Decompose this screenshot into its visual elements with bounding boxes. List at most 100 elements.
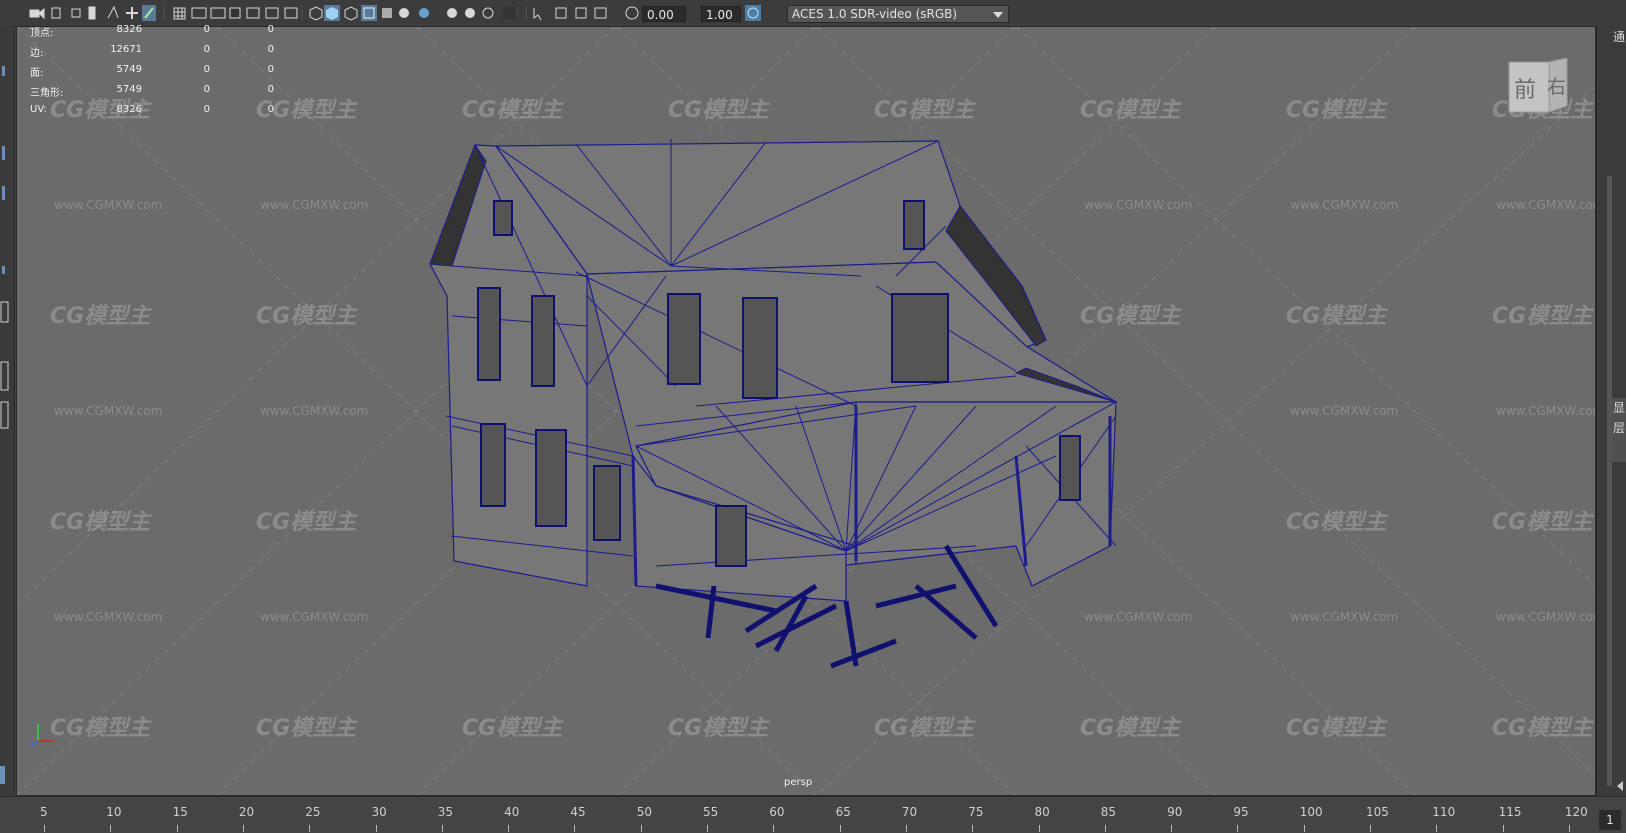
gamma-field[interactable]: 1.00 [701,6,741,22]
camera-icon [29,9,40,18]
image-plane-icon [107,5,119,19]
hud-value: 0 [267,104,274,115]
chevron-down-icon[interactable] [993,12,1003,18]
watermark-logo: CG模型主 [1286,510,1387,535]
watermark-logo: CG模型主 [668,98,769,123]
2d-pan-zoom-icon [126,7,138,19]
timeline-tick-label: 85 [1100,805,1117,819]
use-all-lights-icon [399,8,409,18]
timeline-tick-mark [309,825,311,832]
timeline-tick-mark [1171,825,1173,832]
timeline-tick-label: 30 [371,805,387,819]
hud-value: 5749 [116,64,142,75]
film-gate-icon [191,7,207,19]
hud-value: 0 [203,64,210,75]
viewcube-right-face[interactable]: 右 [1547,72,1566,99]
timeline-tick-label: 80 [1034,805,1050,819]
screen-space-ao-icon [447,8,457,18]
timeline-tick-label: 35 [437,805,454,819]
timeline-tick-label: 45 [570,805,586,819]
timeline-tick-label: 50 [636,805,652,819]
timeline-tick-label: 10 [106,805,122,819]
anti-aliasing-icon [482,7,494,19]
timeline-tick-mark [375,825,377,832]
timeline-tick-mark [640,825,642,832]
exposure-field[interactable]: 0.00 [642,6,686,22]
watermark-url: www.CGMXW.com [54,404,163,418]
timeline-tick-label: 115 [1498,805,1522,819]
hud-label: 顶点: [30,28,54,39]
color-space-label: ACES 1.0 SDR-video (sRGB) [792,7,958,21]
timeline-tick-mark [44,825,45,832]
timeline-tick-mark [1502,825,1504,832]
timeline-tick-mark [242,825,244,832]
field-chart-icon [246,7,260,19]
bookmark-camera-icon [71,8,81,18]
watermark-logo: CG模型主 [1080,98,1181,123]
hud-row-uvs: UV: 8326 0 0 [16,104,276,120]
timeline-tick-label: 110 [1432,805,1456,819]
timeline-tick-label: 25 [305,805,321,819]
gate-mask-icon [229,7,241,19]
timeline-tick-mark [707,825,708,832]
viewcube-front-face[interactable]: 前 [1514,72,1536,104]
resolution-gate-icon [210,7,226,19]
hud-row-triangles: 三角形: 5749 0 0 [16,84,276,100]
hud-label: 边: [30,48,44,59]
hud-value: 0 [203,24,210,35]
timeline-tick-mark [1436,825,1438,832]
watermark-logo: CG模型主 [462,716,563,741]
watermark-url: www.CGMXW.com [54,610,163,624]
watermark-logo: CG模型主 [50,716,151,741]
watermark-logo: CG模型主 [1286,304,1387,329]
hud-label: 三角形: [30,88,64,99]
timeline-tick-label: 105 [1366,805,1389,819]
watermark-logo: CG模型主 [50,510,151,535]
hud-value: 0 [267,84,274,95]
timeline-tick-label: 90 [1167,805,1183,819]
xray-icon [382,8,392,18]
timeline-tick-mark [773,825,775,832]
side-tab-layers[interactable]: 层 [1612,418,1626,438]
hud-value: 8326 [116,104,142,115]
watermark-logo: CG模型主 [1080,304,1181,329]
isolate-select-icon [533,8,542,21]
watermark-logo: CG模型主 [256,304,357,329]
hud-value: 0 [267,44,274,55]
timeline-tick-mark [1370,825,1371,832]
hud-row-vertices: 顶点: 8326 0 0 [16,24,276,40]
perspective-viewport[interactable]: CG模型主 CG模型主 CG模型主 CG模型主 CG模型主 CG模型主 CG模型… [16,26,1596,796]
timeline-tick-label: 120 [1564,805,1588,819]
timeline-tick-label: 40 [504,805,520,819]
watermark-logo: CG模型主 [1286,98,1387,123]
viewcube[interactable]: 前 右 [1507,58,1569,116]
watermark-url: www.CGMXW.com [260,610,369,624]
side-tab-display[interactable]: 显 [1612,398,1626,418]
watermark-url: www.CGMXW.com [1290,404,1399,418]
color-space-dropdown[interactable]: ACES 1.0 SDR-video (sRGB) [787,5,1009,23]
default-material-icon [344,6,358,21]
timeline-tick-mark [1568,825,1570,832]
timeline-tick-label: 100 [1299,805,1323,819]
hud-value: 8326 [116,24,142,35]
side-tab[interactable]: 显 层 [1612,398,1626,462]
wireframe-icon [309,6,323,21]
current-frame-field[interactable]: 1 [1599,810,1621,830]
timeline-tick-label: 55 [703,805,719,819]
camera-icon-lens [38,7,45,20]
timeline-tick-mark [508,825,510,832]
hud-row-edges: 边: 12671 0 0 [16,44,276,60]
timeline-tick-mark [1038,825,1040,832]
xray-joints-icon [555,7,567,19]
camera-name-label: persp [784,777,813,788]
timeline-tick-mark [839,825,841,832]
viewport-toolbar: 0.00 1.00 ACES 1.0 SDR-video (sRGB) [0,0,1626,27]
hud-value: 0 [203,104,210,115]
wireframe-on-shaded-bg [361,5,377,21]
timeline-tick-label: 75 [968,805,984,819]
camera-attributes-icon [51,7,61,19]
left-tool-strip[interactable] [0,26,15,796]
hud-label: 面: [30,68,44,79]
timeline-tick-mark [905,825,907,832]
hud-value: 12671 [110,44,142,55]
